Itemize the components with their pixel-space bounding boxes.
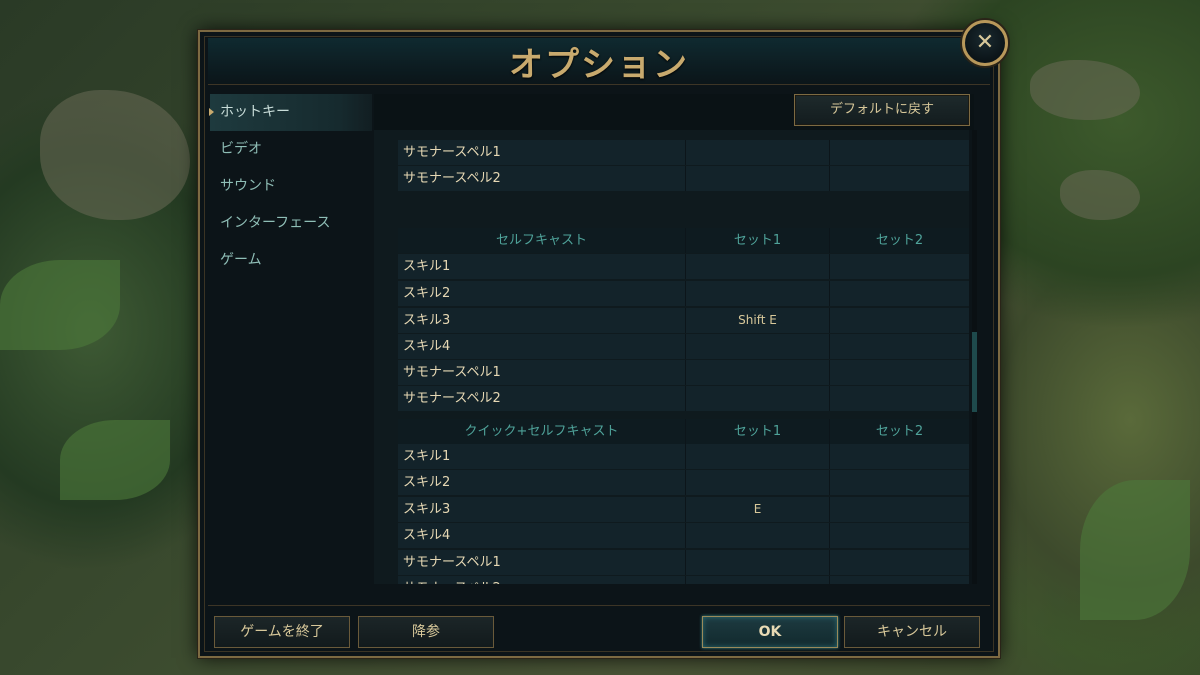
hotkey-action: サモナースペル2 <box>398 576 686 584</box>
hotkeys-scrollbar[interactable] <box>972 130 977 584</box>
hotkey-action: サモナースペル2 <box>398 166 686 191</box>
background-foliage <box>1080 480 1190 620</box>
hotkeys-table: サモナースペル1 サモナースペル2 セルフキャスト セット1 セット2 スキル1… <box>374 130 969 584</box>
background-foliage <box>60 420 170 500</box>
hotkey-set1-cell[interactable] <box>686 576 830 584</box>
section-title: クイック+セルフキャスト <box>398 419 686 444</box>
sidebar-item-video[interactable]: ビデオ <box>210 131 372 168</box>
sidebar-item-interface[interactable]: インターフェース <box>210 205 372 242</box>
scrollbar-thumb[interactable] <box>972 332 977 412</box>
hotkey-action: スキル1 <box>398 254 686 279</box>
hotkey-set2-cell[interactable] <box>830 140 969 165</box>
hotkey-action: サモナースペル1 <box>398 140 686 165</box>
hotkey-set1-cell[interactable] <box>686 254 830 279</box>
ok-button[interactable]: OK <box>702 616 838 648</box>
hotkey-set2-cell[interactable] <box>830 334 969 359</box>
column-header-set1: セット1 <box>686 228 830 253</box>
close-icon: ✕ <box>975 30 995 55</box>
hotkey-set1-cell[interactable] <box>686 444 830 469</box>
hotkey-set1-cell[interactable] <box>686 334 830 359</box>
hotkey-set1-cell[interactable]: Shift E <box>686 308 830 333</box>
table-row: スキル1 <box>398 254 969 279</box>
table-row: スキル4 <box>398 523 969 548</box>
exit-game-button[interactable]: ゲームを終了 <box>214 616 350 648</box>
background-rock <box>1030 60 1140 120</box>
hotkey-set2-cell[interactable] <box>830 281 969 306</box>
hotkey-set2-cell[interactable] <box>830 360 969 385</box>
hotkey-set1-cell[interactable] <box>686 281 830 306</box>
reset-default-button[interactable]: デフォルトに戻す <box>794 94 970 126</box>
hotkey-set2-cell[interactable] <box>830 386 969 411</box>
hotkey-action: スキル2 <box>398 281 686 306</box>
table-row: サモナースペル2 <box>398 386 969 411</box>
hotkey-set1-cell[interactable] <box>686 166 830 191</box>
background-rock <box>1060 170 1140 220</box>
column-header-set2: セット2 <box>875 424 924 439</box>
sidebar-item-hotkeys[interactable]: ホットキー <box>209 94 372 131</box>
table-row: スキル4 <box>398 334 969 359</box>
hotkeys-toolbar: デフォルトに戻す <box>374 94 974 130</box>
table-row: スキル1 <box>398 444 969 469</box>
table-row: サモナースペル2 <box>398 166 969 191</box>
surrender-button[interactable]: 降参 <box>358 616 494 648</box>
sidebar-item-game[interactable]: ゲーム <box>210 242 372 279</box>
hotkey-set1-cell[interactable] <box>686 523 830 548</box>
hotkey-set2-cell[interactable] <box>830 444 969 469</box>
hotkey-action: サモナースペル1 <box>398 360 686 385</box>
close-button[interactable]: ✕ <box>962 20 1008 66</box>
table-row: サモナースペル1 <box>398 140 969 165</box>
hotkey-set2-cell[interactable] <box>830 308 969 333</box>
hotkey-action: サモナースペル2 <box>398 386 686 411</box>
hotkey-set2-cell[interactable] <box>830 254 969 279</box>
hotkey-set1-cell[interactable] <box>686 470 830 495</box>
hotkey-set2-cell[interactable] <box>830 166 969 191</box>
column-header-set1: セット1 <box>686 419 830 444</box>
hotkey-action: スキル3 <box>398 308 686 333</box>
background-rock <box>40 90 190 220</box>
table-row: スキル3 E <box>398 497 969 522</box>
section-header-self-cast: セルフキャスト セット1 セット2 <box>398 228 969 253</box>
dialog-title: オプション <box>509 44 689 85</box>
hotkey-set1-cell[interactable] <box>686 140 830 165</box>
hotkey-set2-cell[interactable] <box>830 550 969 575</box>
hotkey-set1-cell[interactable] <box>686 386 830 411</box>
hotkey-set2-cell[interactable] <box>830 523 969 548</box>
hotkey-action: スキル2 <box>398 470 686 495</box>
column-header-set2: セット2 <box>875 233 924 248</box>
sidebar-item-sound[interactable]: サウンド <box>210 168 372 205</box>
hotkey-action: スキル4 <box>398 523 686 548</box>
table-row: スキル2 <box>398 470 969 495</box>
background-foliage <box>0 260 120 350</box>
hotkey-set2-cell[interactable] <box>830 576 969 584</box>
section-header-quick-self-cast: クイック+セルフキャスト セット1 セット2 <box>398 419 969 444</box>
table-row: スキル3 Shift E <box>398 308 969 333</box>
hotkey-action: サモナースペル1 <box>398 550 686 575</box>
hotkey-action: スキル4 <box>398 334 686 359</box>
table-row: スキル2 <box>398 281 969 306</box>
dialog-footer: ゲームを終了 降参 OK キャンセル <box>208 605 990 650</box>
table-row: サモナースペル1 <box>398 360 969 385</box>
table-row: サモナースペル2 <box>398 576 969 584</box>
options-dialog: オプション ホットキー ビデオ サウンド インターフェース ゲーム デフォルトに… <box>198 30 1000 658</box>
dialog-header: オプション <box>208 38 990 85</box>
section-title: セルフキャスト <box>398 228 686 253</box>
hotkey-set1-cell[interactable] <box>686 550 830 575</box>
hotkey-action: スキル3 <box>398 497 686 522</box>
hotkey-set1-cell[interactable]: E <box>686 497 830 522</box>
options-sidebar: ホットキー ビデオ サウンド インターフェース ゲーム <box>209 94 372 279</box>
table-row: サモナースペル1 <box>398 550 969 575</box>
hotkey-action: スキル1 <box>398 444 686 469</box>
cancel-button[interactable]: キャンセル <box>844 616 980 648</box>
hotkey-set1-cell[interactable] <box>686 360 830 385</box>
hotkey-set2-cell[interactable] <box>830 497 969 522</box>
hotkey-set2-cell[interactable] <box>830 470 969 495</box>
